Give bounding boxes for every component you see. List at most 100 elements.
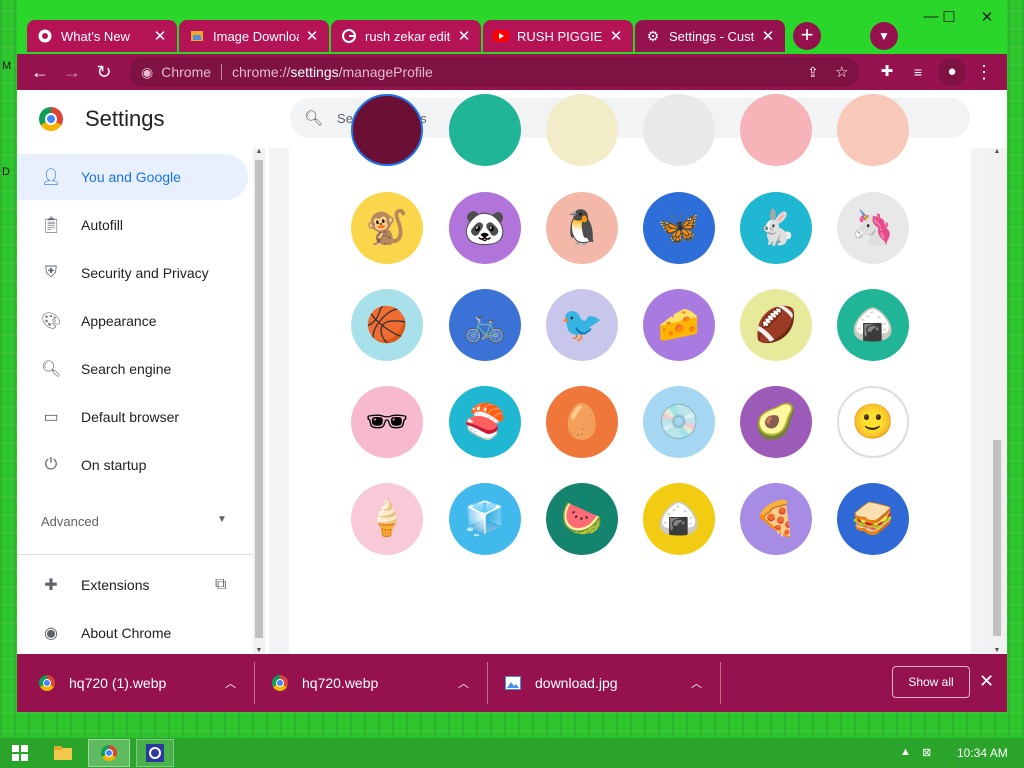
avatar-option-rabbit[interactable]: 🐇 [740,192,812,264]
windows-start-icon[interactable] [6,739,34,767]
media-queue-icon[interactable]: ≡ [905,59,931,85]
avatar-option-onigiri[interactable]: 🍙 [643,483,715,555]
share-icon[interactable]: ⇪ [807,64,819,81]
power-icon: ⏻ [44,456,58,473]
chevron-up-icon[interactable]: ︿ [225,675,236,691]
sidebar-item-extensions[interactable]: ✚ Extensions [17,562,248,608]
avatar-option-butterfly[interactable]: 🦋 [643,192,715,264]
taskbar-clock[interactable]: 10:34 AM [957,746,1008,760]
content-scrollbar[interactable]: ▲ ▼ [990,148,1004,654]
sidebar-item-default-browser[interactable]: ▭ Default browser [17,394,248,440]
scroll-down-arrow[interactable]: ▼ [253,647,265,654]
sidebar-item-about-chrome[interactable]: ◉ About Chrome [17,610,248,656]
sidebar-item-appearance[interactable]: 🎨︎ Appearance [17,298,248,344]
avatar-option-sushi-plate[interactable]: 🍙 [837,289,909,361]
maximize-button[interactable]: ☐ [935,8,963,26]
bookmark-star-icon[interactable]: ☆ [835,63,848,81]
avatar-option-partial[interactable] [643,94,715,166]
close-tab-icon[interactable]: ✕ [457,27,471,45]
sidebar-item-search-engine[interactable]: 🔍︎ Search engine [17,346,248,392]
avatar-option-partial[interactable] [546,94,618,166]
profile-avatar-icon[interactable]: ● [938,58,966,86]
close-tab-icon[interactable]: ✕ [305,27,319,45]
avatar-option-partial[interactable] [837,94,909,166]
avatar-option-bird[interactable]: 🐦 [546,289,618,361]
avatar-option-partial[interactable] [449,94,521,166]
tray-chevron-up-icon[interactable]: ▲ [900,746,911,758]
avatar-option-avocado[interactable]: 🥑 [740,386,812,458]
avatar-option-partial[interactable] [351,94,423,166]
settings-gear-icon: ⚙ [646,27,660,44]
chrome-taskbar-icon[interactable] [88,739,130,767]
tab-image-downloader[interactable]: Image Downloac ✕ [179,20,329,52]
tab-settings[interactable]: ⚙ Settings - Custo ✕ [635,20,785,52]
reload-button[interactable]: ↻ [91,59,117,85]
avatar-option-watermelon[interactable]: 🍉 [546,483,618,555]
avatar-option-pizza[interactable]: 🍕 [740,483,812,555]
close-downloads-bar-icon[interactable]: ✕ [979,671,994,692]
download-item[interactable]: download.jpg ︿ [505,654,715,712]
menu-kebab-icon[interactable]: ⋮ [971,59,997,85]
sidebar-item-on-startup[interactable]: ⏻ On startup [17,442,248,488]
avatar-option-monkey[interactable]: 🐒 [351,192,423,264]
scroll-down-arrow[interactable]: ▼ [990,647,1004,654]
image-downloader-icon [189,28,205,44]
file-explorer-icon[interactable] [46,739,80,767]
chevron-up-icon[interactable]: ︿ [691,675,702,691]
scroll-up-arrow[interactable]: ▲ [990,148,1004,155]
avatar-option-basketball[interactable]: 🏀 [351,289,423,361]
back-button[interactable]: ← [27,59,53,85]
tab-rush-piggies[interactable]: RUSH PIGGIES - ✕ [483,20,633,52]
sidebar-scrollbar[interactable]: ▲ ▼ [253,148,265,654]
close-tab-icon[interactable]: ✕ [153,27,167,45]
avatar-option-ice-cream[interactable]: 🍦 [351,483,423,555]
avatar-option-bike[interactable]: 🚲 [449,289,521,361]
open-in-new-icon[interactable]: ⧉ [215,576,226,594]
download-item[interactable]: hq720.webp ︿ [272,654,482,712]
sidebar-item-you-and-google[interactable]: 👤︎ You and Google [17,154,248,200]
browser-toolbar: ← → ↻ ◉ Chrome chrome:// settings /manag… [17,54,1007,90]
close-window-button[interactable]: ✕ [973,8,1001,26]
address-bar[interactable]: ◉ Chrome chrome:// settings /manageProfi… [129,57,859,87]
scrollbar-thumb[interactable] [255,160,263,638]
avatar-option-tamagotchi[interactable]: 🥚 [546,386,618,458]
github-icon [37,28,53,44]
avatar-option-cheese[interactable]: 🧀 [643,289,715,361]
close-tab-icon[interactable]: ✕ [609,27,623,45]
avatar-option-partial[interactable] [740,94,812,166]
scrollbar-thumb[interactable] [993,440,1001,636]
extensions-puzzle-icon[interactable]: ✚ [874,59,900,85]
sidebar-item-security[interactable]: ⛨ Security and Privacy [17,250,248,296]
sidebar-item-autofill[interactable]: 📋︎ Autofill [17,202,248,248]
avatar-option-panda[interactable]: 🐼 [449,192,521,264]
watermelon-icon: 🍉 [560,500,604,538]
avatar-option-vinyl[interactable]: 💿 [643,386,715,458]
download-divider [720,662,721,704]
new-tab-button[interactable]: + [793,22,821,50]
network-warning-icon[interactable]: ⊠ [922,746,931,759]
tab-title: Settings - Custo [669,28,755,44]
chevron-down-icon[interactable]: ▼ [217,514,227,525]
show-all-downloads-button[interactable]: Show all [892,666,970,698]
avatar-option-football[interactable]: 🏈 [740,289,812,361]
tab-rush-zekar[interactable]: rush zekar editec ✕ [331,20,481,52]
browser-window: What's New ✕ Image Downloac ✕ rush zekar… [17,0,1007,712]
chrome-site-icon: ◉ [141,63,154,80]
avatar-option-sushi[interactable]: 🍣 [449,386,521,458]
forward-button[interactable]: → [59,59,85,85]
chevron-up-icon[interactable]: ︿ [458,675,469,691]
avatar-option-sandwich[interactable]: 🥪 [837,483,909,555]
tab-search-button[interactable]: ▼ [870,22,898,50]
tab-whats-new[interactable]: What's New ✕ [27,20,177,52]
avatar-option-sunglasses[interactable]: 🕶 [351,386,423,458]
avatar-option-penguin[interactable]: 🐧 [546,192,618,264]
avatar-option-ice[interactable]: 🧊 [449,483,521,555]
rabbit-icon: 🐇 [754,209,798,247]
download-item[interactable]: hq720 (1).webp ︿ [39,654,249,712]
avatar-option-smiley[interactable]: 🙂 [837,386,909,458]
advanced-section-toggle[interactable]: Advanced [41,514,99,529]
scroll-up-arrow[interactable]: ▲ [253,148,265,155]
avatar-option-unicorn[interactable]: 🦄 [837,192,909,264]
close-tab-icon[interactable]: ✕ [761,27,775,45]
settings-taskbar-icon[interactable] [136,739,174,767]
